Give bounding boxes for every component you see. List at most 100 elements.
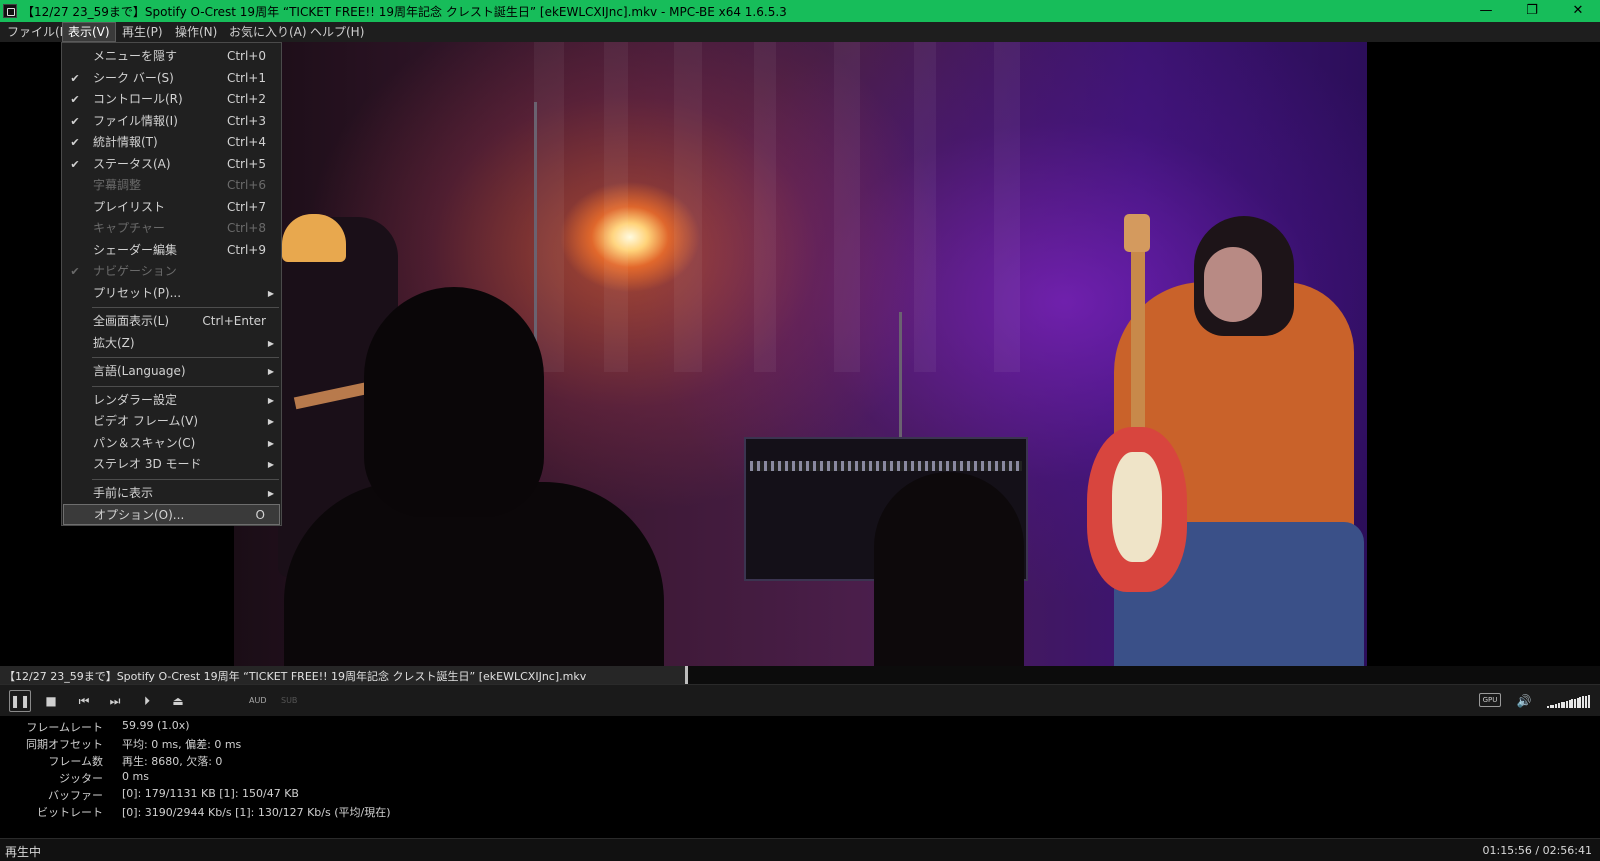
stat-value: [0]: 3190/2944 Kb/s [1]: 130/127 Kb/s (平… <box>122 806 391 819</box>
volume-bar <box>1574 698 1576 708</box>
volume-bar <box>1565 700 1568 708</box>
view-menu-item[interactable]: プリセット(P)... ▶ <box>63 283 280 304</box>
menu-item-shortcut: Ctrl+3 <box>226 113 266 128</box>
menu-separator <box>92 478 279 480</box>
view-menu-item[interactable]: レンダラー設定 ▶ <box>63 390 280 411</box>
volume-bar <box>1568 700 1571 708</box>
view-menu-item: キャプチャー Ctrl+8 <box>63 218 280 239</box>
eject-button[interactable]: ⏏ <box>168 690 188 712</box>
view-menu-item[interactable]: ✔ ステータス(A) Ctrl+5 <box>63 154 280 175</box>
menu-item-label: 字幕調整 <box>93 178 142 192</box>
view-menu-item[interactable]: ステレオ 3D モード ▶ <box>63 454 280 475</box>
view-menu-item[interactable]: パン＆スキャン(C) ▶ <box>63 433 280 454</box>
stat-value: 59.99 (1.0x) <box>122 719 190 732</box>
submenu-arrow-icon: ▶ <box>267 395 274 405</box>
volume-bar <box>1552 704 1555 708</box>
menu-item-shortcut: Ctrl+1 <box>226 70 266 85</box>
app-icon[interactable] <box>3 4 17 18</box>
view-menu-dropdown: メニューを隠す Ctrl+0 ✔ シーク バー(S) Ctrl+1 ✔ コントロール(R) C… <box>61 42 282 526</box>
view-menu-item[interactable]: 手前に表示 ▶ <box>63 483 280 504</box>
menu-item-shortcut: Ctrl+6 <box>226 178 266 192</box>
view-menu-item[interactable]: ✔ 統計情報(T) Ctrl+4 <box>63 132 280 153</box>
audio-track-button[interactable]: AUD <box>249 696 267 705</box>
volume-bar <box>1584 695 1587 708</box>
checkmark-icon: ✔ <box>70 93 80 106</box>
menu-view[interactable]: 表示(V) <box>62 22 116 42</box>
volume-bar <box>1563 701 1566 708</box>
menu-item-shortcut: Ctrl+5 <box>226 156 266 171</box>
status-bar: 再生中 01:15:56 / 02:56:41 <box>0 838 1600 861</box>
menu-item-label: ファイル情報(I) <box>93 113 178 128</box>
submenu-arrow-icon: ▶ <box>267 338 274 348</box>
menu-item-label: コントロール(R) <box>93 92 183 106</box>
menu-item-shortcut: Ctrl+8 <box>226 221 266 235</box>
volume-icon[interactable]: 🔊 <box>1514 690 1534 712</box>
volume-bar <box>1579 697 1582 708</box>
menu-play[interactable]: 再生(P) <box>117 22 168 42</box>
menu-separator <box>92 357 279 358</box>
menu-item-label: シェーダー編集 <box>93 242 178 257</box>
volume-bar <box>1587 694 1590 708</box>
view-menu-item[interactable]: シェーダー編集 Ctrl+9 <box>63 240 280 261</box>
menu-separator <box>92 385 279 387</box>
view-menu-item[interactable]: 全画面表示(L) Ctrl+Enter <box>63 311 280 332</box>
frame-step-button[interactable]: ⏵ <box>137 690 157 712</box>
stat-value: 0 ms <box>122 770 149 783</box>
menu-item-label: ナビゲーション <box>93 264 177 278</box>
checkmark-icon: ✔ <box>70 136 80 149</box>
pause-button[interactable]: ❚❚ <box>9 690 31 712</box>
menu-bar: ファイル(F) 表示(V) 再生(P) 操作(N) お気に入り(A) ヘルプ(H… <box>0 22 1600 42</box>
stat-value: [0]: 179/1131 KB [1]: 150/47 KB <box>122 787 299 800</box>
menu-item-label: オプション(O)... <box>94 508 185 522</box>
menu-help[interactable]: ヘルプ(H) <box>305 22 369 42</box>
title-bar: 【12/27 23_59まで】Spotify O-Crest 19周年 “TIC… <box>0 0 1600 22</box>
view-menu-item[interactable]: 言語(Language) ▶ <box>63 361 280 382</box>
video-frame[interactable] <box>234 42 1367 680</box>
stat-label: ジッター <box>59 772 103 785</box>
menu-item-label: プリセット(P)... <box>93 285 182 300</box>
stat-value: 再生: 8680, 欠落: 0 <box>122 755 223 768</box>
view-menu-item[interactable]: 拡大(Z) ▶ <box>63 333 280 354</box>
menu-favorites[interactable]: お気に入り(A) <box>224 22 312 42</box>
minimize-button[interactable]: — <box>1463 0 1509 22</box>
stat-label: バッファー <box>48 789 103 802</box>
submenu-arrow-icon: ▶ <box>267 438 274 448</box>
submenu-arrow-icon: ▶ <box>267 460 274 469</box>
menu-item-label: 統計情報(T) <box>93 135 158 149</box>
menu-item-label: ステータス(A) <box>93 156 171 171</box>
volume-slider[interactable] <box>1547 694 1591 708</box>
close-button[interactable]: ✕ <box>1555 0 1600 22</box>
playback-state: 再生中 <box>5 845 42 859</box>
view-menu-item[interactable]: メニューを隠す Ctrl+0 <box>63 46 280 67</box>
checkmark-icon: ✔ <box>70 265 80 278</box>
seek-bar[interactable]: 【12/27 23_59まで】Spotify O-Crest 19周年 “TIC… <box>0 666 1600 684</box>
menu-item-shortcut: Ctrl+0 <box>226 49 266 63</box>
previous-button[interactable]: ⏮ <box>74 690 94 712</box>
view-menu-item[interactable]: ✔ シーク バー(S) Ctrl+1 <box>63 68 280 89</box>
view-menu-item[interactable]: プレイリスト Ctrl+7 <box>63 197 280 218</box>
submenu-arrow-icon: ▶ <box>267 417 274 426</box>
menu-navigate[interactable]: 操作(N) <box>170 22 222 42</box>
seek-filename: 【12/27 23_59まで】Spotify O-Crest 19周年 “TIC… <box>4 670 587 683</box>
stat-label: ビットレート <box>37 806 103 819</box>
restore-button[interactable]: ❐ <box>1509 0 1555 22</box>
view-menu-item[interactable]: ✔ コントロール(R) Ctrl+2 <box>63 89 280 110</box>
submenu-arrow-icon: ▶ <box>267 288 274 298</box>
next-button[interactable]: ⏭ <box>105 690 125 712</box>
menu-item-label: 全画面表示(L) <box>93 314 170 328</box>
view-menu-item[interactable]: ✔ ファイル情報(I) Ctrl+3 <box>63 111 280 132</box>
stop-button[interactable]: ■ <box>41 690 61 712</box>
stat-label: フレームレート <box>26 721 103 734</box>
menu-item-label: 拡大(Z) <box>93 335 135 350</box>
view-menu-item[interactable]: ビデオ フレーム(V) ▶ <box>63 411 280 432</box>
menu-item-label: パン＆スキャン(C) <box>93 435 196 450</box>
window-title: 【12/27 23_59まで】Spotify O-Crest 19周年 “TIC… <box>22 5 787 19</box>
menu-item-label: メニューを隠す <box>93 49 178 63</box>
gpu-indicator[interactable]: GPU <box>1479 693 1501 707</box>
menu-item-label: ビデオ フレーム(V) <box>93 414 199 428</box>
menu-item-shortcut: Ctrl+4 <box>226 135 266 149</box>
view-menu-item[interactable]: オプション(O)... O <box>63 504 280 525</box>
subtitle-button[interactable]: SUB <box>281 696 297 705</box>
menu-item-shortcut: Ctrl+7 <box>226 199 266 214</box>
volume-bar <box>1549 705 1552 708</box>
